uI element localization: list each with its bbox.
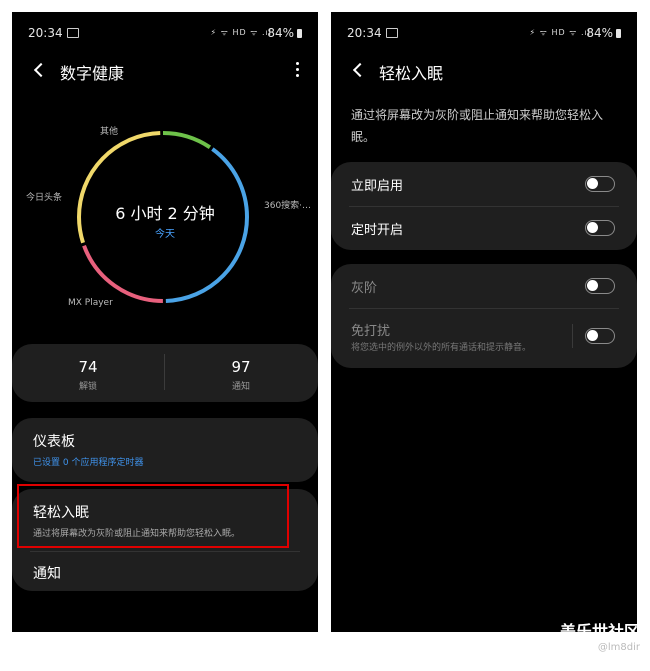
notifications-item[interactable]: 通知 bbox=[33, 563, 61, 583]
highlight-annotation-box bbox=[17, 484, 289, 548]
back-arrow-icon[interactable] bbox=[30, 60, 52, 82]
scheduled-label: 定时开启 bbox=[351, 223, 404, 238]
unlocks-label: 解锁 bbox=[78, 382, 97, 392]
today-label[interactable]: 今天 bbox=[12, 225, 318, 240]
app-label-other: 其他 bbox=[100, 127, 119, 137]
grayscale-toggle[interactable] bbox=[585, 278, 615, 294]
stats-card: 74 解锁 97 通知 bbox=[12, 344, 318, 402]
turn-on-now-row[interactable]: 立即启用 bbox=[331, 162, 637, 206]
unlocks-count: 74 bbox=[78, 358, 98, 376]
app-header: 数字健康 bbox=[12, 60, 318, 90]
watermark-brand: 盖乐世社区 bbox=[559, 622, 640, 641]
gallery-notification-icon bbox=[67, 28, 79, 38]
page-title: 轻松入眠 bbox=[379, 64, 444, 83]
dashboard-card[interactable]: 仪表板 已设置 0 个应用程序定时器 bbox=[12, 418, 318, 482]
row-divider bbox=[30, 551, 300, 552]
total-screen-time: 6 小时 2 分钟 bbox=[115, 204, 215, 223]
dashboard-subtitle: 已设置 0 个应用程序定时器 bbox=[33, 458, 144, 468]
wind-down-description: 通过将屏幕改为灰阶或阻止通知来帮助您轻松入眠。 bbox=[351, 108, 604, 144]
watermark-handle: @lm8dir bbox=[597, 642, 640, 653]
toggle-group-1: 立即启用 定时开启 bbox=[331, 162, 637, 250]
app-header: 轻松入眠 bbox=[331, 60, 637, 90]
turn-on-now-label: 立即启用 bbox=[351, 179, 404, 194]
turn-on-now-toggle[interactable] bbox=[585, 176, 615, 192]
scheduled-toggle[interactable] bbox=[585, 220, 615, 236]
notifications-count: 97 bbox=[231, 358, 251, 376]
dnd-divider bbox=[572, 324, 573, 348]
battery-icon bbox=[297, 29, 302, 38]
back-arrow-icon[interactable] bbox=[349, 60, 371, 82]
status-bar: 20:34 ⚡ ᯤ HD ᯤ .ıl 84% bbox=[331, 12, 637, 52]
app-label-mxplayer: MX Player bbox=[68, 298, 113, 308]
battery-percent: 84% bbox=[586, 26, 613, 40]
status-bar: 20:34 ⚡ ᯤ HD ᯤ .ıl 84% bbox=[12, 12, 318, 52]
page-title: 数字健康 bbox=[60, 64, 125, 83]
more-options-icon[interactable] bbox=[294, 62, 300, 78]
wind-down-screen: 20:34 ⚡ ᯤ HD ᯤ .ıl 84% 轻松入眠 通过将屏幕改为灰阶或阻止… bbox=[331, 12, 637, 632]
row-divider bbox=[349, 308, 619, 309]
dnd-subtitle: 将您选中的例外以外的所有通话和提示静音。 bbox=[351, 343, 532, 353]
notifications-label: 通知 bbox=[231, 382, 250, 392]
notifications-title: 通知 bbox=[33, 566, 61, 582]
dnd-toggle[interactable] bbox=[585, 328, 615, 344]
gallery-notification-icon bbox=[386, 28, 398, 38]
grayscale-row[interactable]: 灰阶 bbox=[331, 264, 637, 308]
unlocks-stat[interactable]: 74 解锁 bbox=[12, 344, 164, 392]
signal-icons: ⚡ ᯤ HD ᯤ .ıl bbox=[210, 28, 272, 37]
watermark: 盖乐世社区 @lm8dir bbox=[560, 618, 640, 653]
status-time: 20:34 bbox=[347, 26, 382, 40]
toggle-group-2: 灰阶 免打扰 将您选中的例外以外的所有通话和提示静音。 bbox=[331, 264, 637, 368]
notifications-stat[interactable]: 97 通知 bbox=[165, 344, 317, 392]
battery-icon bbox=[616, 29, 621, 38]
battery-indicator: 84% bbox=[586, 26, 621, 40]
scheduled-row[interactable]: 定时开启 bbox=[331, 206, 637, 250]
dashboard-title: 仪表板 bbox=[33, 434, 75, 450]
signal-icons: ⚡ ᯤ HD ᯤ .ıl bbox=[529, 28, 591, 37]
do-not-disturb-row[interactable]: 免打扰 将您选中的例外以外的所有通话和提示静音。 bbox=[331, 310, 637, 364]
battery-indicator: 84% bbox=[267, 26, 302, 40]
battery-percent: 84% bbox=[267, 26, 294, 40]
status-time: 20:34 bbox=[28, 26, 63, 40]
dnd-label: 免打扰 bbox=[351, 324, 391, 339]
grayscale-label: 灰阶 bbox=[351, 281, 378, 296]
